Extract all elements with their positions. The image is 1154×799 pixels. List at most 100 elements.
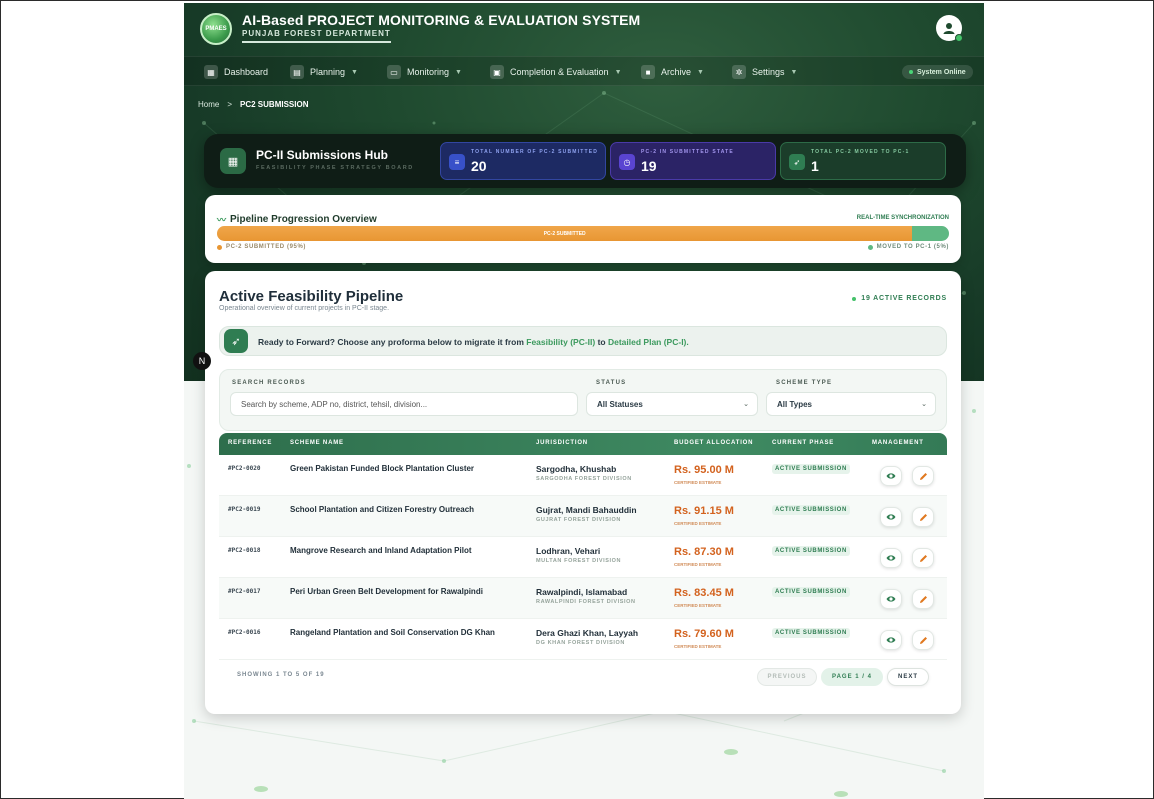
- pencil-icon: [919, 554, 927, 562]
- trend-icon: 〰: [217, 215, 227, 225]
- submissions-hub-bar: ▦ PC-II Submissions Hub FEASIBILITY PHAS…: [204, 134, 966, 188]
- nav-settings[interactable]: ✲ Settings ▼: [732, 64, 797, 80]
- app-logo[interactable]: PMAES: [200, 13, 232, 45]
- app-title: AI-Based PROJECT MONITORING & EVALUATION…: [242, 12, 641, 28]
- pencil-icon: [919, 472, 927, 480]
- forward-text: Ready to Forward? Choose any proforma be…: [258, 337, 689, 347]
- division-cell: MULTAN FOREST DIVISION: [536, 558, 622, 564]
- online-indicator: [955, 34, 963, 42]
- stat-value: 1: [811, 158, 819, 174]
- column-header[interactable]: JURISDICTION: [536, 440, 588, 446]
- archive-icon: ■: [641, 65, 655, 79]
- table-row[interactable]: #PC2-0020 Green Pakistan Funded Block Pl…: [219, 455, 947, 496]
- table-row[interactable]: #PC2-0016 Rangeland Plantation and Soil …: [219, 619, 947, 660]
- leaf-decoration: [724, 749, 738, 755]
- nav-completion-evaluation[interactable]: ▣ Completion & Evaluation ▼: [490, 64, 622, 80]
- column-header: MANAGEMENT: [872, 440, 924, 446]
- edit-button[interactable]: [912, 466, 934, 486]
- breadcrumb: Home > PC2 SUBMISSION: [198, 100, 308, 109]
- phase-badge: ACTIVE SUBMISSION: [772, 587, 850, 597]
- pagination-bar: SHOWING 1 TO 5 OF 19 PREVIOUS PAGE 1 / 4…: [219, 660, 947, 700]
- breadcrumb-current: PC2 SUBMISSION: [240, 100, 309, 109]
- forward-prefix: Ready to Forward? Choose any proforma be…: [258, 337, 527, 347]
- main-nav: ▦ Dashboard ▤ Planning ▼ ▭ Monitoring ▼ …: [184, 56, 984, 86]
- edit-button[interactable]: [912, 589, 934, 609]
- status-label: System Online: [917, 68, 966, 76]
- nav-dashboard[interactable]: ▦ Dashboard: [204, 64, 268, 80]
- status-select[interactable]: All Statuses ⌄: [586, 392, 758, 416]
- scheme-name-cell: Peri Urban Green Belt Development for Ra…: [290, 587, 483, 596]
- showing-count: SHOWING 1 TO 5 OF 19: [237, 672, 325, 678]
- phase-badge: ACTIVE SUBMISSION: [772, 628, 850, 638]
- division-cell: RAWALPINDI FOREST DIVISION: [536, 599, 636, 605]
- active-pipeline-card: Active Feasibility Pipeline Operational …: [193, 271, 961, 714]
- reference-cell: #PC2-0016: [228, 629, 261, 636]
- view-button[interactable]: [880, 630, 902, 650]
- reference-cell: #PC2-0018: [228, 547, 261, 554]
- view-button[interactable]: [880, 466, 902, 486]
- forward-banner: ➶ Ready to Forward? Choose any proforma …: [219, 326, 947, 356]
- eye-icon: [886, 473, 896, 479]
- progress-segment-submitted: PC-2 SUBMITTED: [217, 226, 913, 241]
- user-avatar[interactable]: [936, 15, 963, 42]
- scheme-name-cell: Rangeland Plantation and Soil Conservati…: [290, 628, 495, 637]
- breadcrumb-separator: >: [227, 100, 233, 109]
- progression-bar: PC-2 SUBMITTED: [217, 226, 949, 241]
- legend-submitted: PC-2 SUBMITTED (95%): [217, 244, 306, 250]
- column-header[interactable]: CURRENT PHASE: [772, 440, 834, 446]
- table-row[interactable]: #PC2-0017 Peri Urban Green Belt Developm…: [219, 578, 947, 619]
- chevron-down-icon: ▼: [351, 68, 358, 76]
- chevron-down-icon: ▼: [614, 68, 622, 76]
- stat-total-submitted: ≡ TOTAL NUMBER OF PC-2 SUBMITTED 20: [440, 142, 606, 180]
- budget-note: CERTIFIED ESTIMATE: [674, 480, 722, 485]
- breadcrumb-home[interactable]: Home: [198, 100, 219, 109]
- previous-button[interactable]: PREVIOUS: [757, 668, 817, 686]
- stat-value: 20: [471, 158, 487, 174]
- planning-icon: ▤: [290, 65, 304, 79]
- eye-icon: [886, 555, 896, 561]
- next-button[interactable]: NEXT: [887, 668, 929, 686]
- stat-label: TOTAL NUMBER OF PC-2 SUBMITTED: [471, 149, 599, 155]
- scheme-name-cell: Mangrove Research and Inland Adaptation …: [290, 546, 472, 555]
- eye-icon: [886, 637, 896, 643]
- pencil-icon: [919, 513, 927, 521]
- table-row[interactable]: #PC2-0018 Mangrove Research and Inland A…: [219, 537, 947, 578]
- view-button[interactable]: [880, 589, 902, 609]
- column-header[interactable]: SCHEME NAME: [290, 440, 344, 446]
- page-indicator: PAGE 1 / 4: [821, 668, 883, 686]
- view-button[interactable]: [880, 507, 902, 527]
- view-button[interactable]: [880, 548, 902, 568]
- status-dot-icon: [909, 70, 913, 74]
- phase-badge: ACTIVE SUBMISSION: [772, 464, 850, 474]
- status-select-value: All Statuses: [597, 399, 643, 409]
- edit-button[interactable]: [912, 507, 934, 527]
- scheme-type-select[interactable]: All Types ⌄: [766, 392, 936, 416]
- search-input[interactable]: Search by scheme, ADP no, district, tehs…: [230, 392, 578, 416]
- grid-icon: ▦: [220, 148, 246, 174]
- nav-label: Dashboard: [224, 67, 269, 77]
- legend-moved: MOVED TO PC-1 (5%): [867, 244, 949, 250]
- reference-cell: #PC2-0020: [228, 465, 261, 472]
- edit-button[interactable]: [912, 548, 934, 568]
- nav-label: Monitoring: [407, 67, 450, 77]
- budget-note: CERTIFIED ESTIMATE: [674, 644, 722, 649]
- table-row[interactable]: #PC2-0019 School Plantation and Citizen …: [219, 496, 947, 537]
- floating-n-button[interactable]: N: [193, 352, 211, 370]
- nav-monitoring[interactable]: ▭ Monitoring ▼: [387, 64, 462, 80]
- nav-planning[interactable]: ▤ Planning ▼: [290, 64, 358, 80]
- column-header[interactable]: BUDGET ALLOCATION: [674, 440, 753, 446]
- nav-archive[interactable]: ■ Archive ▼: [641, 64, 704, 80]
- column-header[interactable]: REFERENCE: [228, 440, 272, 446]
- app-window: PMAES AI-Based PROJECT MONITORING & EVAL…: [184, 3, 984, 799]
- budget-note: CERTIFIED ESTIMATE: [674, 521, 722, 526]
- list-icon: ≡: [449, 154, 465, 170]
- active-records-text: 19 ACTIVE RECORDS: [861, 295, 947, 302]
- edit-button[interactable]: [912, 630, 934, 650]
- app-header: PMAES AI-Based PROJECT MONITORING & EVAL…: [184, 3, 984, 53]
- active-records-badge: 19 ACTIVE RECORDS: [852, 295, 947, 302]
- scheme-name-cell: Green Pakistan Funded Block Plantation C…: [290, 464, 475, 473]
- status-label: STATUS: [596, 380, 627, 386]
- pencil-icon: [919, 636, 927, 644]
- nav-label: Planning: [310, 67, 346, 77]
- rocket-icon: ➶: [789, 154, 805, 170]
